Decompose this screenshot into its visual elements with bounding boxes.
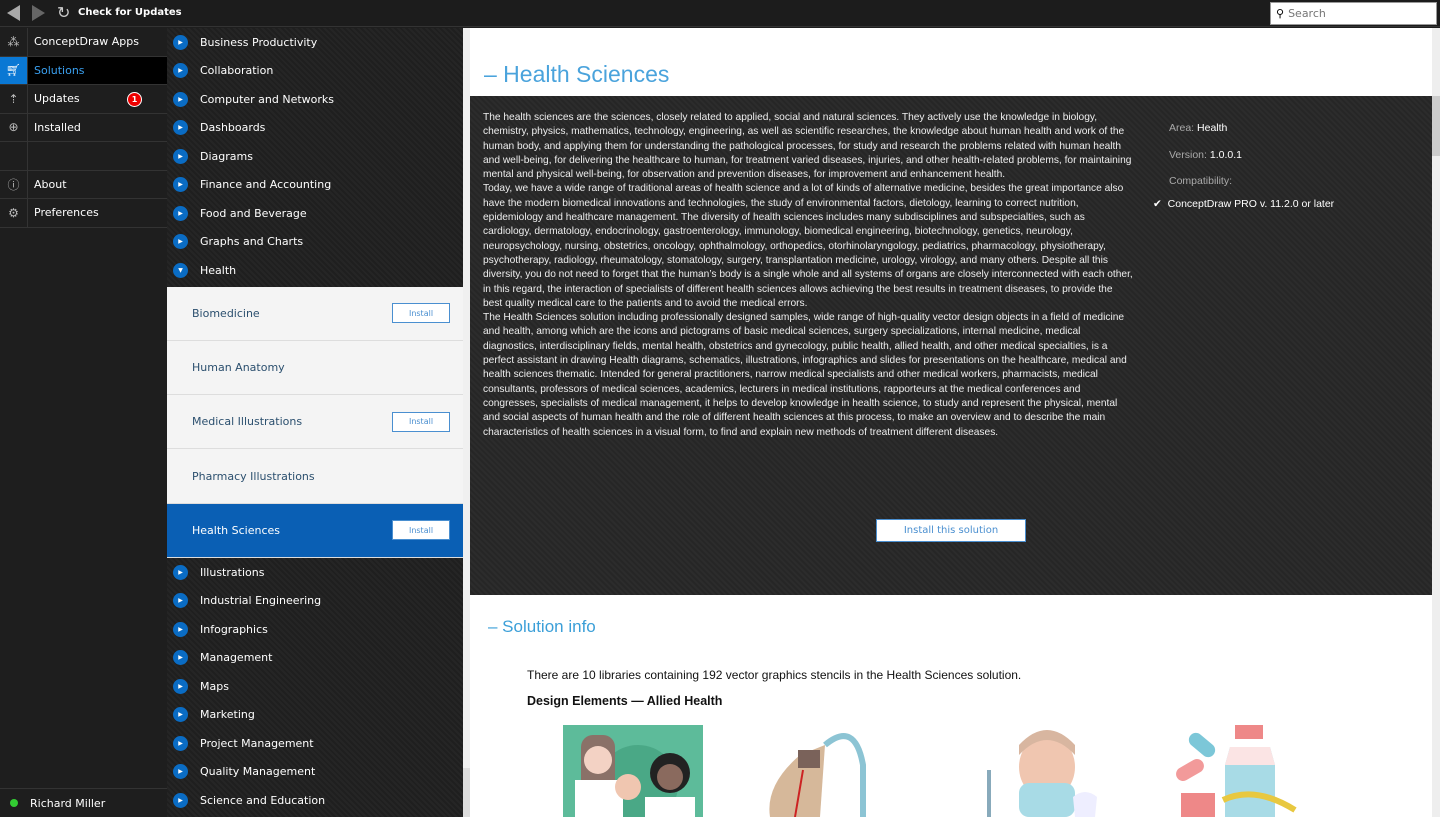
category-health[interactable]: ▼ Health <box>167 256 463 285</box>
solution-info-heading[interactable]: – Solution info <box>488 617 596 637</box>
category-quality-management[interactable]: ▶ Quality Management <box>167 757 463 786</box>
area-value: Health <box>1197 122 1228 134</box>
categories-scrollbar[interactable] <box>463 28 470 817</box>
expand-icon: ▶ <box>173 764 188 780</box>
nav-spacer <box>0 142 167 171</box>
category-infographics[interactable]: ▶ Infographics <box>167 615 463 644</box>
category-business-productivity[interactable]: ▶ Business Productivity <box>167 28 463 57</box>
expand-icon: ▶ <box>173 678 188 694</box>
nutrition-image <box>1176 725 1297 817</box>
cart-icon: 🛒︎ <box>0 56 28 84</box>
solution-medical-illustrations[interactable]: Medical Illustrations Install <box>167 395 463 450</box>
dentist-image <box>987 730 1097 817</box>
category-project-management[interactable]: ▶ Project Management <box>167 729 463 758</box>
nav-solutions[interactable]: 🛒︎ Solutions <box>0 56 167 85</box>
solution-meta: Area: Health Version: 1.0.0.1 Compatibil… <box>1169 122 1242 187</box>
health-solutions-list: Biomedicine Install Human Anatomy Medical I… <box>167 286 463 558</box>
category-illustrations[interactable]: ▶ Illustrations <box>167 558 463 587</box>
search-icon: ⚲ <box>1276 7 1285 20</box>
install-solution-button[interactable]: Install this solution <box>876 519 1026 542</box>
main-scrollbar[interactable] <box>1432 28 1440 817</box>
category-industrial-engineering[interactable]: ▶ Industrial Engineering <box>167 586 463 615</box>
expand-icon: ▶ <box>173 792 188 808</box>
nav-installed[interactable]: ⊕ Installed <box>0 113 167 142</box>
nav-preferences[interactable]: ⚙ Preferences <box>0 199 167 228</box>
search-box[interactable]: ⚲ <box>1270 2 1437 25</box>
category-maps[interactable]: ▶ Maps <box>167 672 463 701</box>
check-updates-button[interactable]: Check for Updates <box>78 7 182 18</box>
info-icon: ⓘ <box>0 170 28 198</box>
solution-human-anatomy[interactable]: Human Anatomy <box>167 340 463 396</box>
solution-categories: ▶ Business Productivity ▶ Collaboration ▶ Com… <box>167 28 463 817</box>
category-diagrams[interactable]: ▶ Diagrams <box>167 142 463 171</box>
category-marketing[interactable]: ▶ Marketing <box>167 700 463 729</box>
nav-conceptdraw-apps[interactable]: ⁂ ConceptDraw Apps <box>0 28 167 57</box>
solution-info-text: There are 10 libraries containing 192 ve… <box>527 668 1022 682</box>
category-computer-and-networks[interactable]: ▶ Computer and Networks <box>167 85 463 114</box>
updates-badge: 1 <box>127 92 142 107</box>
expand-icon: ▶ <box>173 234 188 250</box>
category-collaboration[interactable]: ▶ Collaboration <box>167 57 463 86</box>
nav-about[interactable]: ⓘ About <box>0 170 167 199</box>
forward-button[interactable] <box>32 5 45 21</box>
category-science-and-education[interactable]: ▶ Science and Education <box>167 786 463 815</box>
page-title: – Health Sciences <box>484 61 670 87</box>
compatibility-item: ✔ ConceptDraw PRO v. 11.2.0 or later <box>1153 198 1335 210</box>
nav-updates[interactable]: ⇡ Updates 1 <box>0 85 167 114</box>
version-value: 1.0.0.1 <box>1209 148 1242 161</box>
expand-icon: ▶ <box>173 707 188 723</box>
expand-icon: ▶ <box>173 650 188 666</box>
expand-icon: ▶ <box>173 148 188 164</box>
expand-icon: ▶ <box>173 564 188 580</box>
expand-icon: ▶ <box>173 593 188 609</box>
gear-icon: ⚙ <box>0 199 28 227</box>
toolbar: ↻ Check for Updates ⚲ <box>0 0 1440 27</box>
category-food-and-beverage[interactable]: ▶ Food and Beverage <box>167 199 463 228</box>
install-button[interactable]: Install <box>392 520 450 541</box>
expand-icon: ▶ <box>173 177 188 193</box>
check-icon: ✔ <box>1153 198 1162 210</box>
back-button[interactable] <box>7 5 20 21</box>
download-icon: ⊕ <box>0 113 28 141</box>
doctors-image <box>563 725 703 817</box>
expand-icon: ▶ <box>173 735 188 751</box>
design-elements-heading: Design Elements — Allied Health <box>527 694 723 708</box>
left-nav: ⁂ ConceptDraw Apps 🛒︎ Solutions ⇡ Updates 1 … <box>0 28 167 817</box>
apps-icon: ⁂ <box>0 28 28 56</box>
description-panel: The health sciences are the sciences, cl… <box>470 96 1432 595</box>
solution-pharmacy-illustrations[interactable]: Pharmacy Illustrations <box>167 449 463 504</box>
online-indicator <box>10 799 18 807</box>
user-status[interactable]: Richard Miller <box>0 788 167 817</box>
expand-icon: ▶ <box>173 91 188 107</box>
category-graphs-and-charts[interactable]: ▶ Graphs and Charts <box>167 228 463 257</box>
category-management[interactable]: ▶ Management <box>167 643 463 672</box>
solution-biomedicine[interactable]: Biomedicine Install <box>167 286 463 341</box>
install-button[interactable]: Install <box>392 411 450 432</box>
expand-icon: ▶ <box>173 205 188 221</box>
solution-detail: – Health Sciences The health sciences ar… <box>470 28 1432 817</box>
install-button[interactable]: Install <box>392 303 450 324</box>
user-name: Richard Miller <box>30 796 106 810</box>
updates-icon: ⇡ <box>0 85 28 113</box>
solution-health-sciences[interactable]: Health Sciences Install <box>167 503 463 558</box>
category-finance-and-accounting[interactable]: ▶ Finance and Accounting <box>167 171 463 200</box>
refresh-icon[interactable]: ↻ <box>57 3 70 22</box>
hearing-aid-image <box>769 733 866 817</box>
expand-icon: ▶ <box>173 63 188 79</box>
expand-icon: ▶ <box>173 120 188 136</box>
expanded-icon: ▼ <box>173 262 188 278</box>
search-input[interactable] <box>1288 7 1419 20</box>
expand-icon: ▶ <box>173 34 188 50</box>
category-dashboards[interactable]: ▶ Dashboards <box>167 114 463 143</box>
solution-description: The health sciences are the sciences, cl… <box>483 112 1133 438</box>
expand-icon: ▶ <box>173 621 188 637</box>
